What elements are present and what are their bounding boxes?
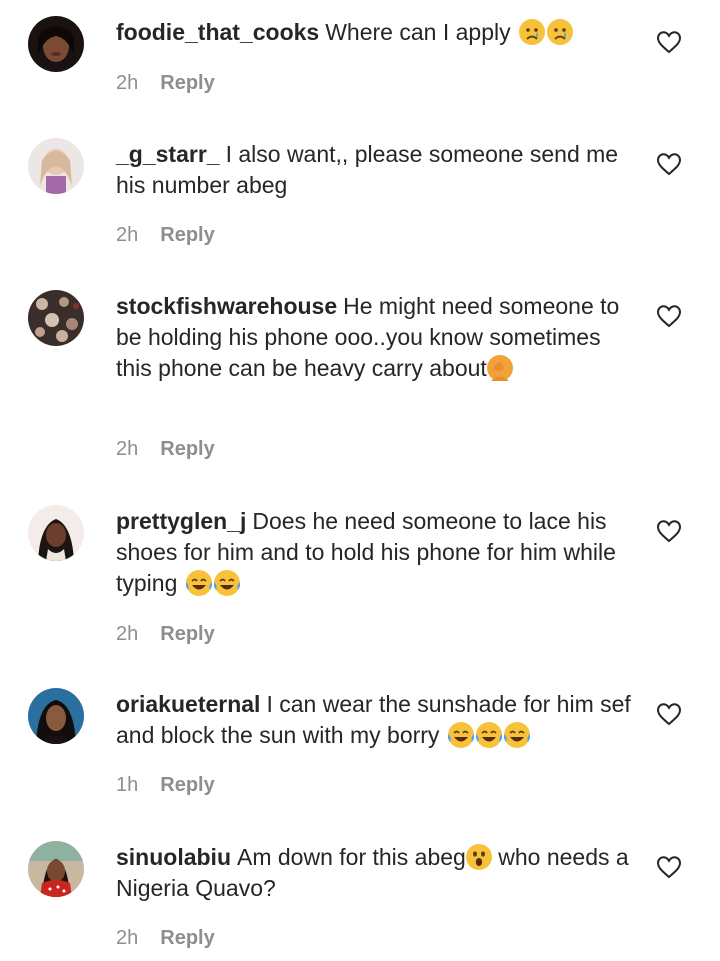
comment-username[interactable]: prettyglen_j [116, 508, 246, 534]
comment-time: 1h [116, 774, 139, 796]
comment-meta: 1h Reply [116, 774, 215, 797]
avatar[interactable] [28, 138, 84, 194]
reply-button[interactable]: Reply [160, 927, 214, 949]
avatar[interactable] [28, 505, 84, 561]
heart-icon[interactable] [656, 30, 682, 54]
comment-time: 2h [116, 72, 139, 94]
avatar[interactable] [28, 290, 84, 346]
tears-of-joy-icon [213, 570, 240, 596]
comment-meta: 2h Reply [116, 72, 215, 95]
avatar[interactable] [28, 16, 84, 72]
heart-icon[interactable] [656, 304, 682, 328]
tears-of-joy-icon [475, 722, 502, 748]
comment-text: foodie_that_cooks Where can I apply [116, 17, 636, 48]
comment-meta: 2h Reply [116, 927, 215, 950]
crying-face-icon [518, 19, 545, 45]
comment-username[interactable]: stockfishwarehouse [116, 293, 337, 319]
facepalm-icon [486, 355, 513, 381]
comment-username[interactable]: foodie_that_cooks [116, 19, 319, 45]
tears-of-joy-icon [185, 570, 212, 596]
reply-button[interactable]: Reply [160, 623, 214, 645]
comment-time: 2h [116, 224, 139, 246]
comment-meta: 2h Reply [116, 438, 215, 461]
comment-text: prettyglen_j Does he need someone to lace… [116, 506, 636, 599]
comment-time: 2h [116, 623, 139, 645]
astonished-face-icon [465, 844, 492, 870]
comment-body: Am down for this abeg [237, 844, 466, 870]
comment-meta: 2h Reply [116, 224, 215, 247]
heart-icon[interactable] [656, 519, 682, 543]
avatar[interactable] [28, 841, 84, 897]
comment-text: oriakueternal I can wear the sunshade for… [116, 689, 636, 751]
comment-username[interactable]: _g_starr_ [116, 141, 220, 167]
reply-button[interactable]: Reply [160, 72, 214, 94]
heart-icon[interactable] [656, 152, 682, 176]
tears-of-joy-icon [503, 722, 530, 748]
comment-username[interactable]: sinuolabiu [116, 844, 231, 870]
comment-text: _g_starr_ I also want,, please someone se… [116, 139, 636, 201]
heart-icon[interactable] [656, 855, 682, 879]
comment-text: stockfishwarehouse He might need someone … [116, 291, 636, 384]
reply-button[interactable]: Reply [160, 774, 214, 796]
comment-time: 2h [116, 927, 139, 949]
tears-of-joy-icon [447, 722, 474, 748]
heart-icon[interactable] [656, 702, 682, 726]
avatar[interactable] [28, 688, 84, 744]
comment-body: Where can I apply [325, 19, 511, 45]
comment-meta: 2h Reply [116, 623, 215, 646]
crying-face-icon [546, 19, 573, 45]
reply-button[interactable]: Reply [160, 438, 214, 460]
comment-text: sinuolabiu Am down for this abeg who need… [116, 842, 636, 904]
comment-username[interactable]: oriakueternal [116, 691, 260, 717]
reply-button[interactable]: Reply [160, 224, 214, 246]
comment-time: 2h [116, 438, 139, 460]
